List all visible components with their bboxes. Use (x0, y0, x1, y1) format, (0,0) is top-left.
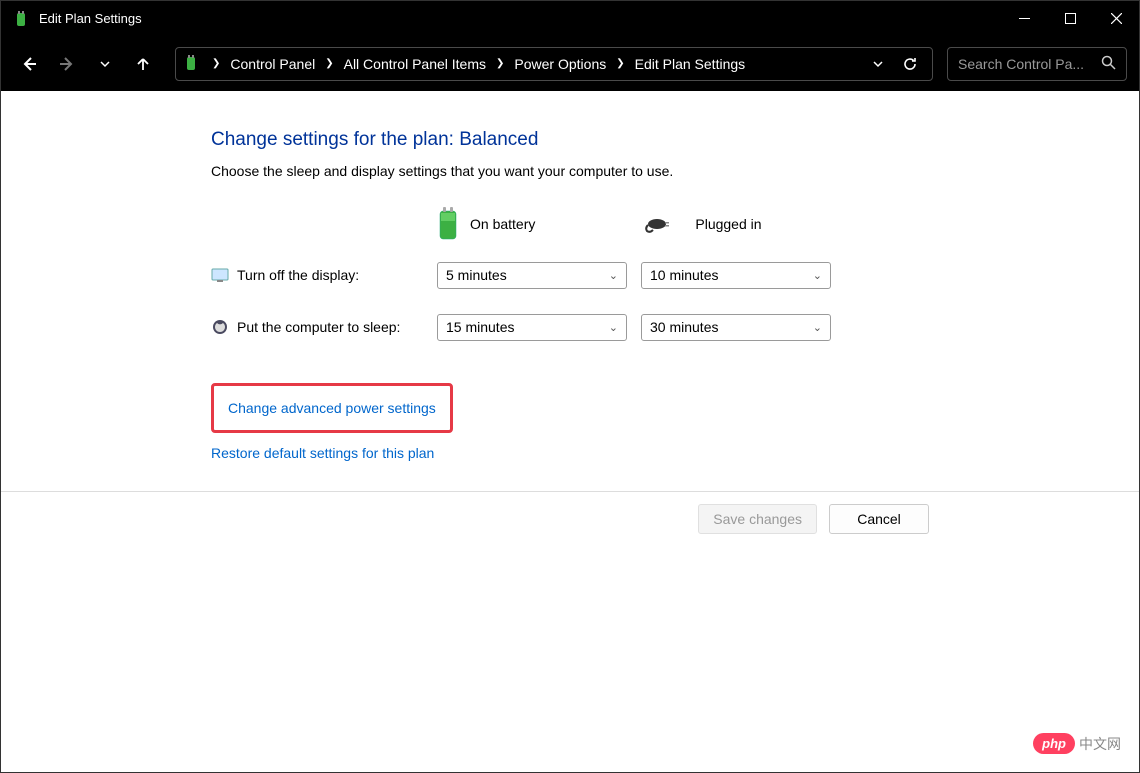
breadcrumb-item[interactable]: Control Panel (226, 54, 319, 74)
window-frame: Edit Plan Settings (0, 0, 1140, 773)
sleep-timeout-row: Put the computer to sleep: 15 minutes ⌄ … (211, 301, 871, 353)
refresh-button[interactable] (896, 50, 924, 78)
cancel-button[interactable]: Cancel (829, 504, 929, 534)
app-icon (11, 9, 31, 29)
address-dropdown[interactable] (864, 50, 892, 78)
chevron-down-icon: ⌄ (609, 269, 618, 282)
watermark-text: 中文网 (1079, 734, 1121, 754)
display-icon (211, 266, 229, 284)
window-title: Edit Plan Settings (39, 11, 1001, 26)
page-heading: Change settings for the plan: Balanced (211, 129, 871, 151)
column-headers: On battery Plugged in (211, 199, 871, 249)
close-button[interactable] (1093, 1, 1139, 36)
advanced-power-settings-link[interactable]: Change advanced power settings (228, 400, 436, 416)
battery-icon (184, 55, 202, 73)
minimize-button[interactable] (1001, 1, 1047, 36)
sleep-battery-select[interactable]: 15 minutes ⌄ (437, 314, 627, 341)
display-timeout-row: Turn off the display: 5 minutes ⌄ 10 min… (211, 249, 871, 301)
highlighted-link-box: Change advanced power settings (211, 383, 453, 433)
footer-buttons: Save changes Cancel (1, 492, 1139, 534)
links-section: Change advanced power settings Restore d… (211, 383, 871, 461)
chevron-down-icon: ⌄ (813, 269, 822, 282)
breadcrumb-item[interactable]: Edit Plan Settings (631, 54, 750, 74)
display-timeout-label: Turn off the display: (237, 267, 437, 283)
recent-dropdown[interactable] (89, 48, 121, 80)
chevron-right-icon[interactable]: ❯ (494, 58, 506, 69)
search-placeholder: Search Control Pa... (958, 56, 1093, 72)
sleep-plugged-select[interactable]: 30 minutes ⌄ (641, 314, 831, 341)
breadcrumb-item[interactable]: Power Options (510, 54, 610, 74)
save-changes-button: Save changes (698, 504, 817, 534)
titlebar: Edit Plan Settings (1, 1, 1139, 36)
plugged-in-label: Plugged in (695, 216, 761, 232)
chevron-down-icon: ⌄ (609, 321, 618, 334)
watermark: php 中文网 (1033, 733, 1121, 754)
chevron-right-icon[interactable]: ❯ (614, 58, 626, 69)
forward-button[interactable] (51, 48, 83, 80)
content-area: Change settings for the plan: Balanced C… (1, 91, 1139, 772)
restore-defaults-link[interactable]: Restore default settings for this plan (211, 445, 871, 461)
on-battery-header: On battery (436, 205, 535, 244)
battery-large-icon (436, 205, 460, 244)
on-battery-label: On battery (470, 216, 535, 232)
chevron-right-icon[interactable]: ❯ (323, 58, 335, 69)
window-controls (1001, 1, 1139, 36)
up-button[interactable] (127, 48, 159, 80)
maximize-button[interactable] (1047, 1, 1093, 36)
chevron-down-icon: ⌄ (813, 321, 822, 334)
sleep-icon (211, 318, 229, 336)
search-input[interactable]: Search Control Pa... (947, 47, 1127, 81)
page-subtext: Choose the sleep and display settings th… (211, 163, 871, 179)
breadcrumb-item[interactable]: All Control Panel Items (340, 54, 490, 74)
search-icon (1101, 55, 1116, 73)
display-battery-select[interactable]: 5 minutes ⌄ (437, 262, 627, 289)
sleep-timeout-label: Put the computer to sleep: (237, 319, 437, 335)
toolbar: ❯ Control Panel ❯ All Control Panel Item… (1, 36, 1139, 91)
plugged-in-header: Plugged in (645, 213, 761, 236)
watermark-brand: php (1033, 733, 1075, 754)
plug-icon (645, 213, 685, 236)
address-bar[interactable]: ❯ Control Panel ❯ All Control Panel Item… (175, 47, 933, 81)
chevron-right-icon[interactable]: ❯ (210, 58, 222, 69)
display-plugged-select[interactable]: 10 minutes ⌄ (641, 262, 831, 289)
back-button[interactable] (13, 48, 45, 80)
